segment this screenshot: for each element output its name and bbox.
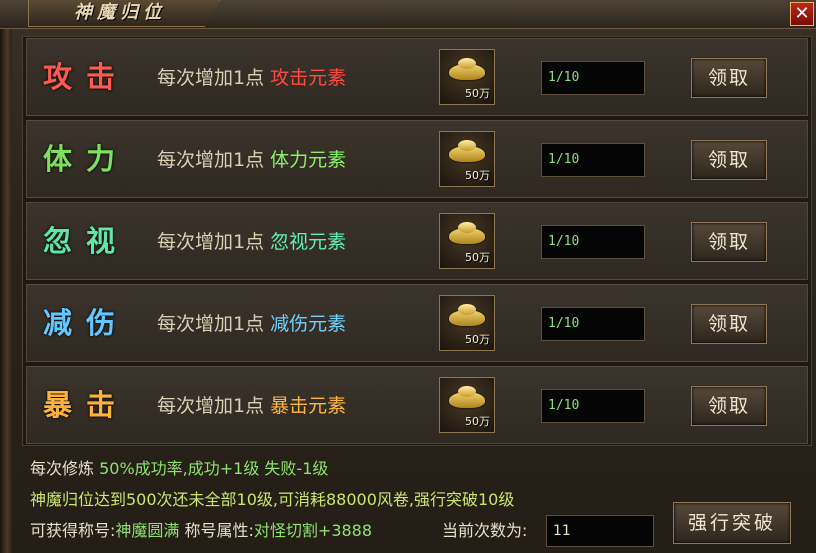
row-name: 攻击 (43, 60, 130, 94)
row-name: 减伤 (43, 306, 130, 340)
gold-ingot-icon (449, 58, 485, 80)
row-element: 忽视元素 (270, 231, 347, 253)
row-desc-text: 每次增加1点 (157, 231, 265, 253)
row-description: 每次增加1点 暴击元素 (157, 393, 346, 419)
force-breakthrough-button[interactable]: 强行突破 (673, 502, 791, 544)
row-description: 每次增加1点 体力元素 (157, 147, 346, 173)
row-name: 体力 (43, 142, 130, 176)
row-name: 忽视 (43, 224, 130, 258)
row-description: 每次增加1点 忽视元素 (157, 229, 346, 255)
footer-title-reward: 可获得称号:神魔圆满 称号属性:对怪切割+3888 (30, 520, 372, 542)
reward-amount: 50万 (465, 415, 490, 428)
claim-button[interactable]: 领取 (691, 304, 767, 344)
row-desc-text: 每次增加1点 (157, 313, 265, 335)
reward-slot[interactable]: 50万 (439, 131, 495, 187)
progress-field: 1/10 (541, 389, 645, 423)
reward-slot[interactable]: 50万 (439, 49, 495, 105)
count-label: 当前次数为: (442, 521, 528, 540)
claim-button[interactable]: 领取 (691, 222, 767, 262)
row-damage-reduction: 减伤 每次增加1点 减伤元素 50万 1/10 领取 (26, 284, 808, 362)
progress-field: 1/10 (541, 61, 645, 95)
reward-amount: 50万 (465, 87, 490, 100)
title-attribute: 对怪切割+3888 (253, 521, 373, 540)
close-button[interactable]: ✕ (790, 2, 814, 26)
left-ornament (0, 0, 12, 553)
progress-field: 1/10 (541, 143, 645, 177)
row-element: 攻击元素 (270, 67, 347, 89)
footer-success-rate: 每次修炼 50%成功率,成功+1级 失败-1级 (30, 458, 328, 480)
row-attack: 攻击 每次增加1点 攻击元素 50万 1/10 领取 (26, 38, 808, 116)
gold-ingot-icon (449, 304, 485, 326)
reward-slot[interactable]: 50万 (439, 213, 495, 269)
row-description: 每次增加1点 减伤元素 (157, 311, 346, 337)
footer-breakthrough-rule: 神魔归位达到500次还未全部10级,可消耗88000风卷,强行突破10级 (30, 490, 515, 509)
claim-button[interactable]: 领取 (691, 386, 767, 426)
row-desc-text: 每次增加1点 (157, 395, 265, 417)
row-ignore: 忽视 每次增加1点 忽视元素 50万 1/10 领取 (26, 202, 808, 280)
gold-ingot-icon (449, 386, 485, 408)
reward-amount: 50万 (465, 333, 490, 346)
row-description: 每次增加1点 攻击元素 (157, 65, 346, 91)
footer-text: 称号属性: (179, 521, 254, 540)
row-element: 暴击元素 (270, 395, 347, 417)
row-name: 暴击 (43, 388, 130, 422)
row-element: 减伤元素 (270, 313, 347, 335)
claim-button[interactable]: 领取 (691, 140, 767, 180)
progress-field: 1/10 (541, 225, 645, 259)
footer-highlight: 50%成功率,成功+1级 失败-1级 (99, 459, 329, 478)
row-stamina: 体力 每次增加1点 体力元素 50万 1/10 领取 (26, 120, 808, 198)
row-desc-text: 每次增加1点 (157, 149, 265, 171)
title-name: 神魔圆满 (115, 521, 180, 540)
reward-slot[interactable]: 50万 (439, 377, 495, 433)
gold-ingot-icon (449, 140, 485, 162)
row-element: 体力元素 (270, 149, 347, 171)
window-title: 神魔归位 (74, 2, 166, 23)
row-critical: 暴击 每次增加1点 暴击元素 50万 1/10 领取 (26, 366, 808, 444)
reward-amount: 50万 (465, 169, 490, 182)
footer-text: 每次修炼 (30, 459, 95, 478)
row-desc-text: 每次增加1点 (157, 67, 265, 89)
reward-amount: 50万 (465, 251, 490, 264)
claim-button[interactable]: 领取 (691, 58, 767, 98)
footer-text: 可获得称号: (30, 521, 116, 540)
progress-field: 1/10 (541, 307, 645, 341)
reward-slot[interactable]: 50万 (439, 295, 495, 351)
gold-ingot-icon (449, 222, 485, 244)
count-field: 11 (546, 515, 654, 547)
